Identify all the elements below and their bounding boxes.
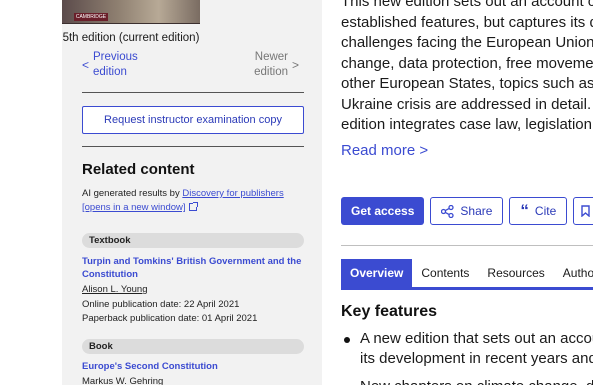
cite-label: Cite — [534, 204, 557, 218]
bookmark-icon — [581, 205, 590, 217]
newer-edition-label: Newer edition — [254, 51, 288, 78]
list-item: New chapters on climate change, da — [341, 377, 593, 385]
read-more-link[interactable]: Read more > — [341, 142, 428, 159]
chevron-left-icon: < — [82, 58, 90, 72]
divider — [82, 146, 304, 147]
list-item-continuation: its development in recent years and — [360, 350, 593, 367]
tab-resources[interactable]: Resources — [478, 259, 553, 287]
chevron-right-icon: > — [292, 58, 300, 72]
bookmark-button[interactable] — [573, 197, 593, 225]
result-type-badge: Textbook — [82, 233, 304, 248]
cite-button[interactable]: “ Cite — [509, 197, 568, 225]
list-item: A new edition that sets out an accou — [341, 329, 593, 349]
ai-attribution-prefix: AI generated results by — [82, 188, 183, 199]
share-button[interactable]: Share — [430, 197, 504, 225]
description-line: established features, but captures its d — [341, 13, 593, 31]
divider — [341, 245, 593, 246]
book-page: CAMBRIDGE 5th edition (current edition) … — [0, 0, 593, 385]
get-access-button[interactable]: Get access — [341, 197, 425, 225]
sidebar-content: < Previous edition Newer edition > Reque… — [62, 0, 322, 385]
divider — [82, 92, 304, 93]
description-line: edition integrates case law, legislation… — [341, 116, 593, 133]
share-label: Share — [460, 204, 493, 218]
tab-authors[interactable]: Authors — [554, 259, 593, 287]
tab-overview[interactable]: Overview — [341, 259, 413, 287]
book-description: This new edition sets out an account of … — [341, 0, 593, 136]
left-gutter — [0, 0, 62, 385]
related-result-author-link[interactable]: Alison L. Young — [82, 284, 148, 295]
main-content: This new edition sets out an account of … — [341, 0, 593, 385]
related-result-author-link[interactable]: Markus W. Gehring — [82, 376, 163, 385]
content-tabs: Overview Contents Resources Authors — [341, 259, 593, 287]
quote-icon: “ — [520, 201, 529, 220]
related-result-title-link[interactable]: Europe's Second Constitution — [82, 360, 304, 373]
newer-edition-link: Newer edition > — [242, 50, 299, 80]
description-line: other European States, topics such as t — [341, 75, 593, 92]
request-examination-copy-button[interactable]: Request instructor examination copy — [82, 106, 304, 134]
key-features-heading: Key features — [341, 303, 438, 320]
ai-attribution: AI generated results by Discovery for pu… — [82, 187, 304, 215]
key-features-list: A new edition that sets out an accou its… — [341, 329, 593, 385]
share-icon — [441, 204, 455, 218]
paperback-publication-date: Paperback publication date: 01 April 202… — [82, 313, 258, 324]
result-type-badge: Book — [82, 339, 304, 354]
previous-edition-link[interactable]: < Previous edition — [82, 50, 143, 80]
description-line: change, data protection, free movemen — [341, 54, 593, 72]
related-content-heading: Related content — [82, 161, 195, 178]
tab-contents[interactable]: Contents — [412, 259, 478, 287]
action-buttons: Get access Share “ Cite — [341, 197, 593, 225]
previous-edition-label: Previous edition — [93, 51, 138, 78]
description-line: Ukraine crisis are addressed in detail. … — [341, 95, 593, 113]
external-link-icon — [188, 202, 198, 211]
tabs-underline — [341, 287, 593, 290]
description-line: This new edition sets out an account of — [341, 0, 593, 10]
description-line: challenges facing the European Union. — [341, 34, 593, 51]
related-result-title-link[interactable]: Turpin and Tomkins' British Government a… — [82, 255, 304, 281]
online-publication-date: Online publication date: 22 April 2021 — [82, 299, 240, 310]
